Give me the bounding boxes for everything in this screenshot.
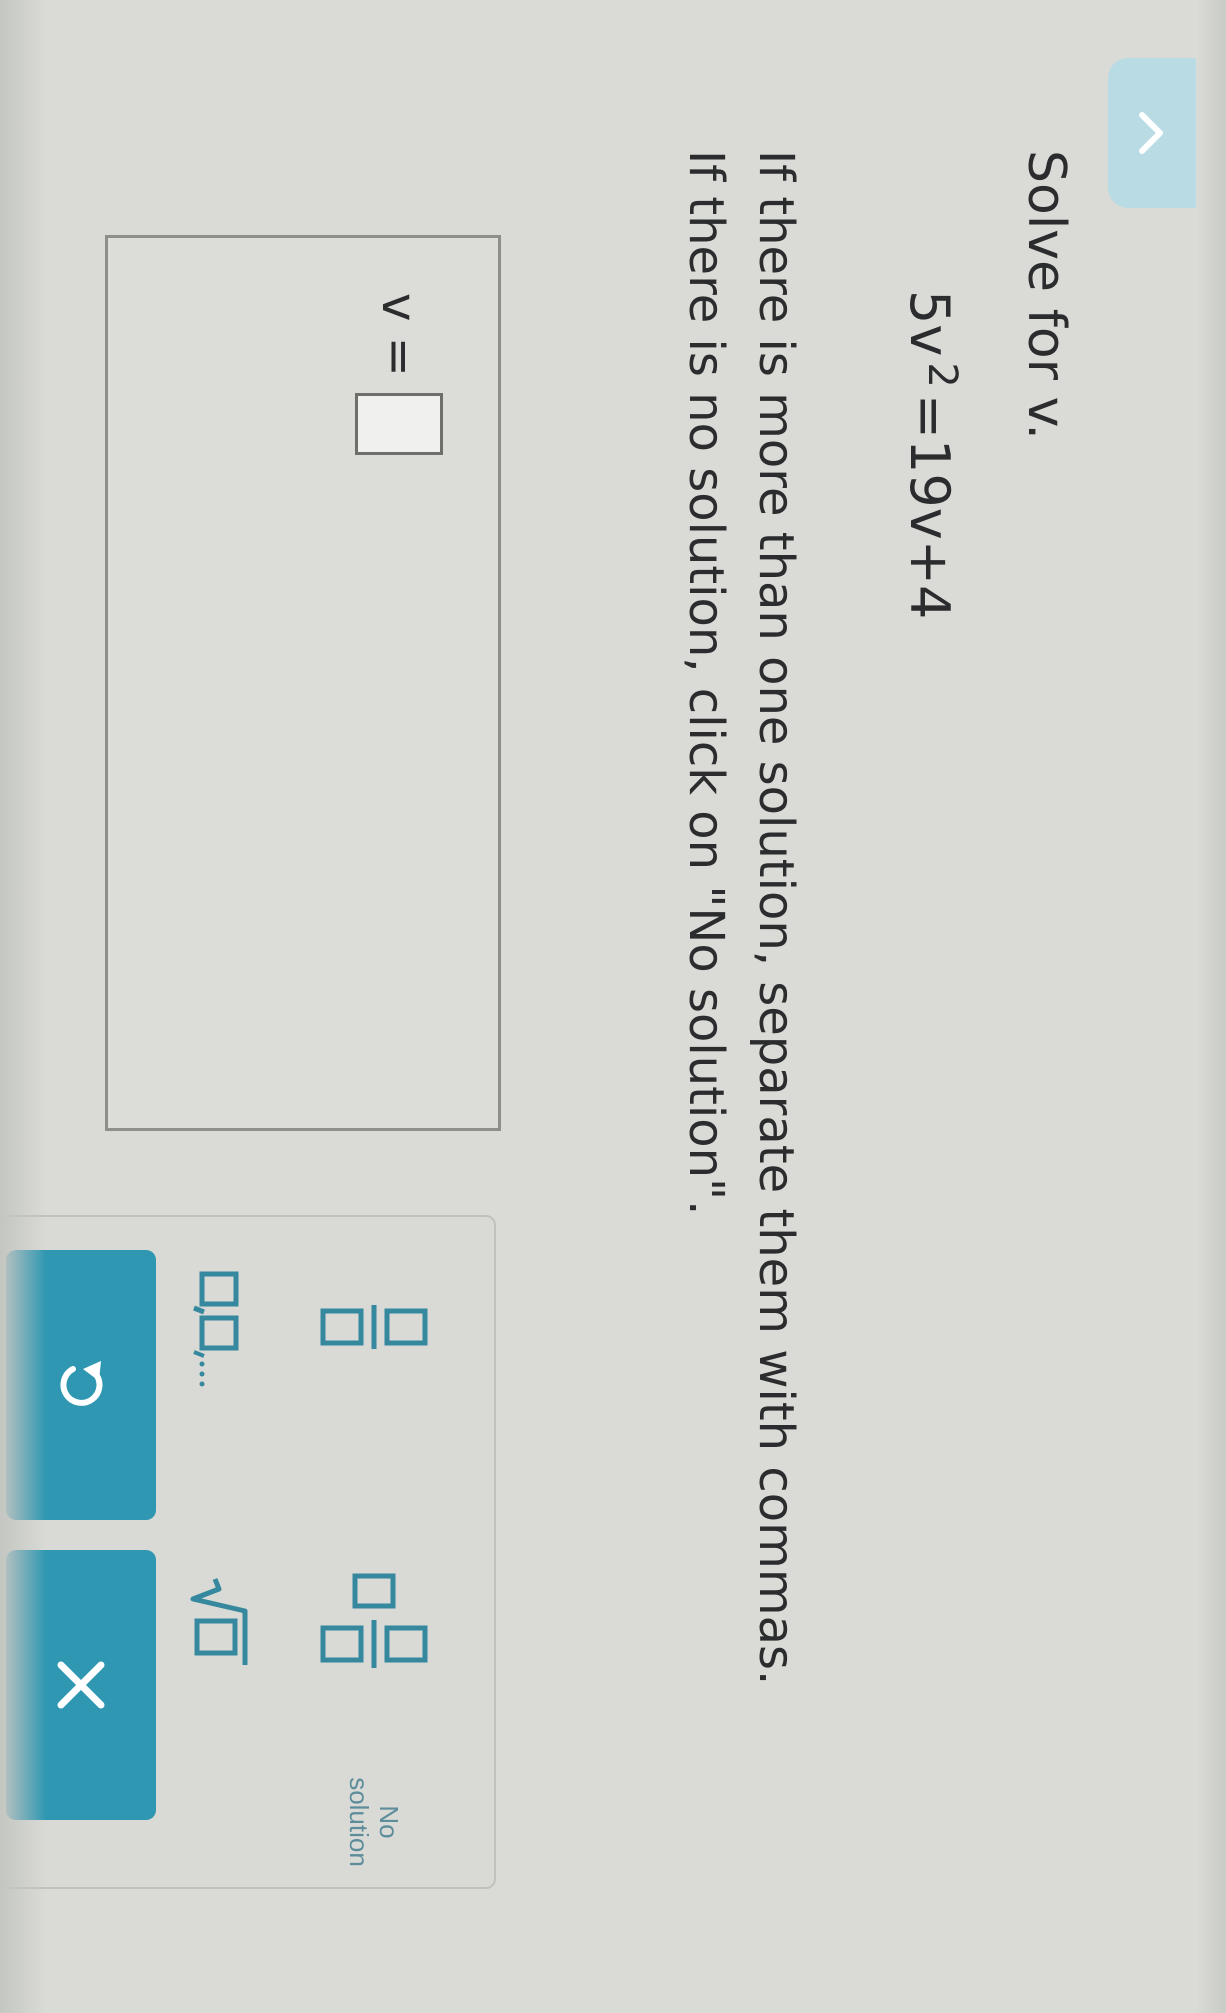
fraction-icon xyxy=(320,1305,428,1349)
close-icon xyxy=(57,1661,105,1709)
chevron-up-icon xyxy=(1139,112,1163,154)
square-root-button[interactable] xyxy=(159,1547,279,1697)
top-shadow xyxy=(1196,0,1226,2013)
comma-list-icon xyxy=(193,1271,239,1387)
no-solution-label-line1: No xyxy=(374,1805,404,1839)
equation-rhs: =19v+4 xyxy=(898,393,961,620)
instruction-no-solution: If there is no solution, click on "No so… xyxy=(678,150,734,1216)
collapse-tab[interactable] xyxy=(1108,58,1196,208)
screen: Solve for v. 5v 2 =19v+4 If there is more … xyxy=(0,0,1226,2013)
answer-row: v = xyxy=(355,293,443,455)
no-solution-label-line2: solution xyxy=(344,1777,374,1867)
answer-input[interactable] xyxy=(355,392,443,455)
sqrt-icon xyxy=(190,1578,248,1665)
instruction-multiple-solutions: If there is more than one solution, sepa… xyxy=(748,150,804,1686)
equation: 5v 2 =19v+4 xyxy=(898,290,965,620)
comma-list-button[interactable] xyxy=(159,1257,279,1407)
mixed-number-button[interactable] xyxy=(309,1552,439,1692)
question-title: Solve for v. xyxy=(1016,150,1076,440)
instructions: If there is more than one solution, sepa… xyxy=(671,150,811,1850)
undo-icon xyxy=(60,1361,103,1406)
answer-label: v = xyxy=(371,293,427,377)
equation-lhs: 5v xyxy=(898,290,961,357)
equation-exponent: 2 xyxy=(919,362,965,388)
fraction-button[interactable] xyxy=(309,1272,439,1382)
no-solution-button[interactable]: No solution xyxy=(309,1762,439,1882)
answer-area: v = xyxy=(105,235,501,1131)
mixed-number-icon xyxy=(320,1573,428,1668)
bottom-shadow xyxy=(0,0,46,2013)
